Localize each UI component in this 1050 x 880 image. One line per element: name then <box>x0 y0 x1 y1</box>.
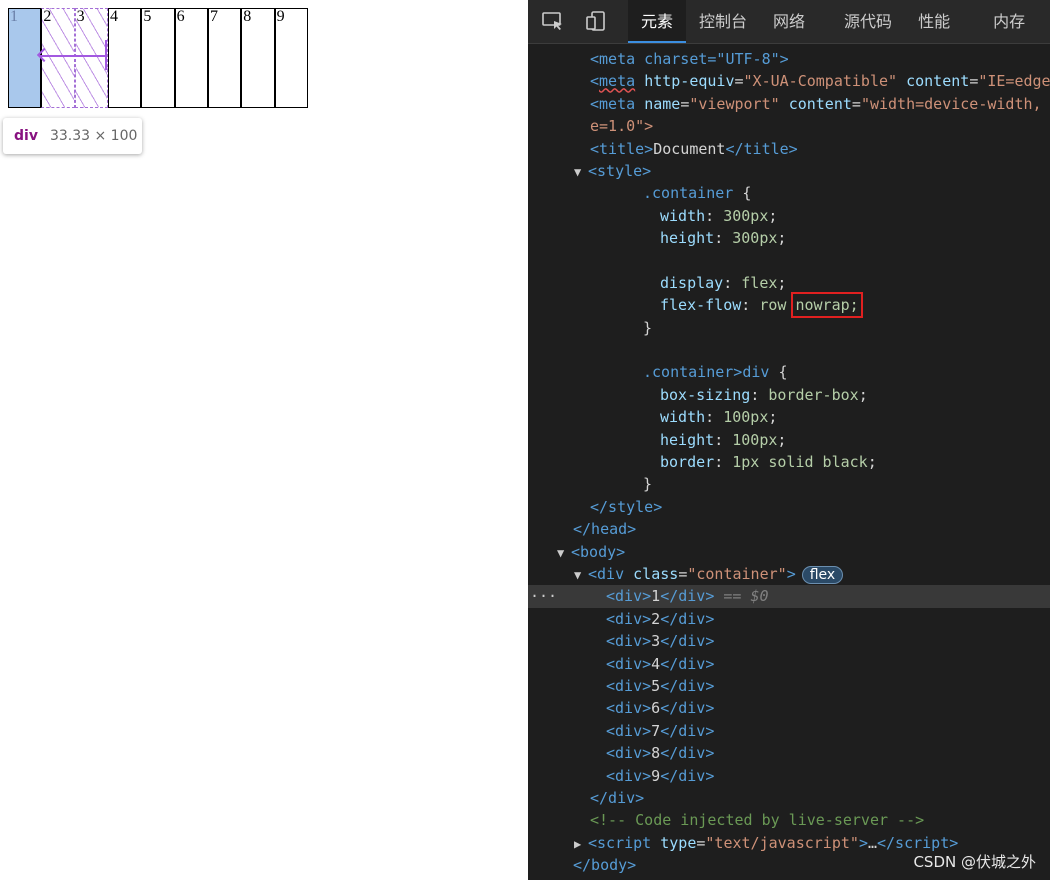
css-display: display: flex; <box>660 273 787 292</box>
tab-sources[interactable]: 源代码 <box>818 0 905 43</box>
flex-badge[interactable]: flex <box>801 565 844 584</box>
code-line-div-9[interactable]: <div>9</div> <box>528 765 1050 787</box>
inspect-element-icon[interactable] <box>542 11 564 31</box>
tab-performance[interactable]: 性能 <box>905 0 963 43</box>
code-line-div-4[interactable]: <div>4</div> <box>528 653 1050 675</box>
devtools-tabs: 元素 控制台 网络 源代码 性能 内存 <box>628 0 1038 43</box>
flex-item-1[interactable]: 1 <box>8 8 42 108</box>
flex-item-4[interactable]: 4 <box>107 8 142 108</box>
code-line-meta-charset[interactable]: <meta charset="UTF-8"> <box>528 48 1050 70</box>
device-toolbar-icon[interactable] <box>586 11 608 31</box>
css-width: width: 300px; <box>660 206 778 225</box>
expand-triangle-icon[interactable]: ▼ <box>574 161 588 183</box>
code-line-style-close[interactable]: </style> <box>528 496 1050 518</box>
css-border: border: 1px solid black; <box>660 453 877 472</box>
flex-shrink-arrow-end <box>105 40 107 70</box>
tab-elements[interactable]: 元素 <box>628 0 687 43</box>
collapse-triangle-icon[interactable]: ▶ <box>574 833 588 855</box>
code-line-meta-viewport-cont: e=1.0"> <box>590 117 654 136</box>
expand-triangle-icon[interactable]: ▼ <box>557 542 571 564</box>
css-close-brace: } <box>643 475 653 494</box>
code-line-div-7[interactable]: <div>7</div> <box>528 720 1050 742</box>
code-line-div-5[interactable]: <div>5</div> <box>528 675 1050 697</box>
css-box-sizing: box-sizing: border-box; <box>660 385 868 404</box>
watermark: CSDN @伏城之外 <box>913 853 1036 871</box>
flex-item-5[interactable]: 5 <box>141 8 175 108</box>
flex-container[interactable]: 1 2 3 4 5 6 7 8 9 <box>8 8 308 108</box>
code-line-div-2[interactable]: <div>2</div> <box>528 608 1050 630</box>
flex-item-8[interactable]: 8 <box>241 8 275 108</box>
css-selector-container: .container { <box>643 184 752 203</box>
flex-item-9[interactable]: 9 <box>274 8 308 108</box>
css-flex-flow: flex-flow: row nowrap; <box>660 292 863 319</box>
devtools-panel: 元素 控制台 网络 源代码 性能 内存 <meta charset="UTF-8… <box>528 0 1050 880</box>
code-line-title[interactable]: <title>Document</title> <box>528 138 1050 160</box>
css-height: height: 300px; <box>660 229 787 248</box>
code-line-div-1-selected[interactable]: ··· <div>1</div> == $0 <box>528 585 1050 608</box>
tab-memory[interactable]: 内存 <box>963 0 1038 43</box>
tooltip-dimensions: 33.33 × 100 <box>49 128 138 144</box>
devtools-toolbar: 元素 控制台 网络 源代码 性能 内存 <box>528 0 1050 44</box>
tooltip-tag: div <box>14 128 38 144</box>
code-line-head-close[interactable]: </head> <box>528 518 1050 540</box>
css-child-width: width: 100px; <box>660 408 778 427</box>
nowrap-highlight: nowrap; <box>791 292 863 319</box>
element-inspect-tooltip: div 33.33 × 100 <box>3 118 142 154</box>
code-line-style-open[interactable]: ▼ <style> <box>528 160 1050 182</box>
page-preview: 1 2 3 4 5 6 7 8 9 div 33.33 × 100 <box>0 0 528 880</box>
code-line-container-open[interactable]: ▼ <div class="container"> flex <box>528 563 1050 585</box>
code-line-meta-compat[interactable]: <meta http-equiv="X-UA-Compatible" conte… <box>528 70 1050 92</box>
code-line-div-3[interactable]: <div>3</div> <box>528 630 1050 652</box>
css-child-height: height: 100px; <box>660 430 787 449</box>
flex-item-7[interactable]: 7 <box>207 8 242 108</box>
expand-triangle-icon[interactable]: ▼ <box>574 564 588 586</box>
code-line-container-close[interactable]: </div> <box>528 787 1050 809</box>
code-line-div-6[interactable]: <div>6</div> <box>528 697 1050 719</box>
code-line-meta-viewport[interactable]: <meta name="viewport" content="width=dev… <box>528 93 1050 115</box>
flex-item-3[interactable]: 3 <box>74 8 108 108</box>
tab-console[interactable]: 控制台 <box>686 0 760 43</box>
css-close-brace: } <box>643 318 653 337</box>
more-options-icon[interactable]: ··· <box>530 585 557 607</box>
code-line-div-8[interactable]: <div>8</div> <box>528 742 1050 764</box>
css-selector-child: .container>div { <box>643 363 788 382</box>
flex-shrink-arrow <box>40 55 106 57</box>
tab-network[interactable]: 网络 <box>760 0 818 43</box>
flex-item-6[interactable]: 6 <box>174 8 208 108</box>
code-line-comment[interactable]: <!-- Code injected by live-server --> <box>528 809 1050 831</box>
code-line-body-open[interactable]: ▼ <body> <box>528 541 1050 563</box>
dom-tree: <meta charset="UTF-8"> <meta http-equiv=… <box>528 48 1050 876</box>
